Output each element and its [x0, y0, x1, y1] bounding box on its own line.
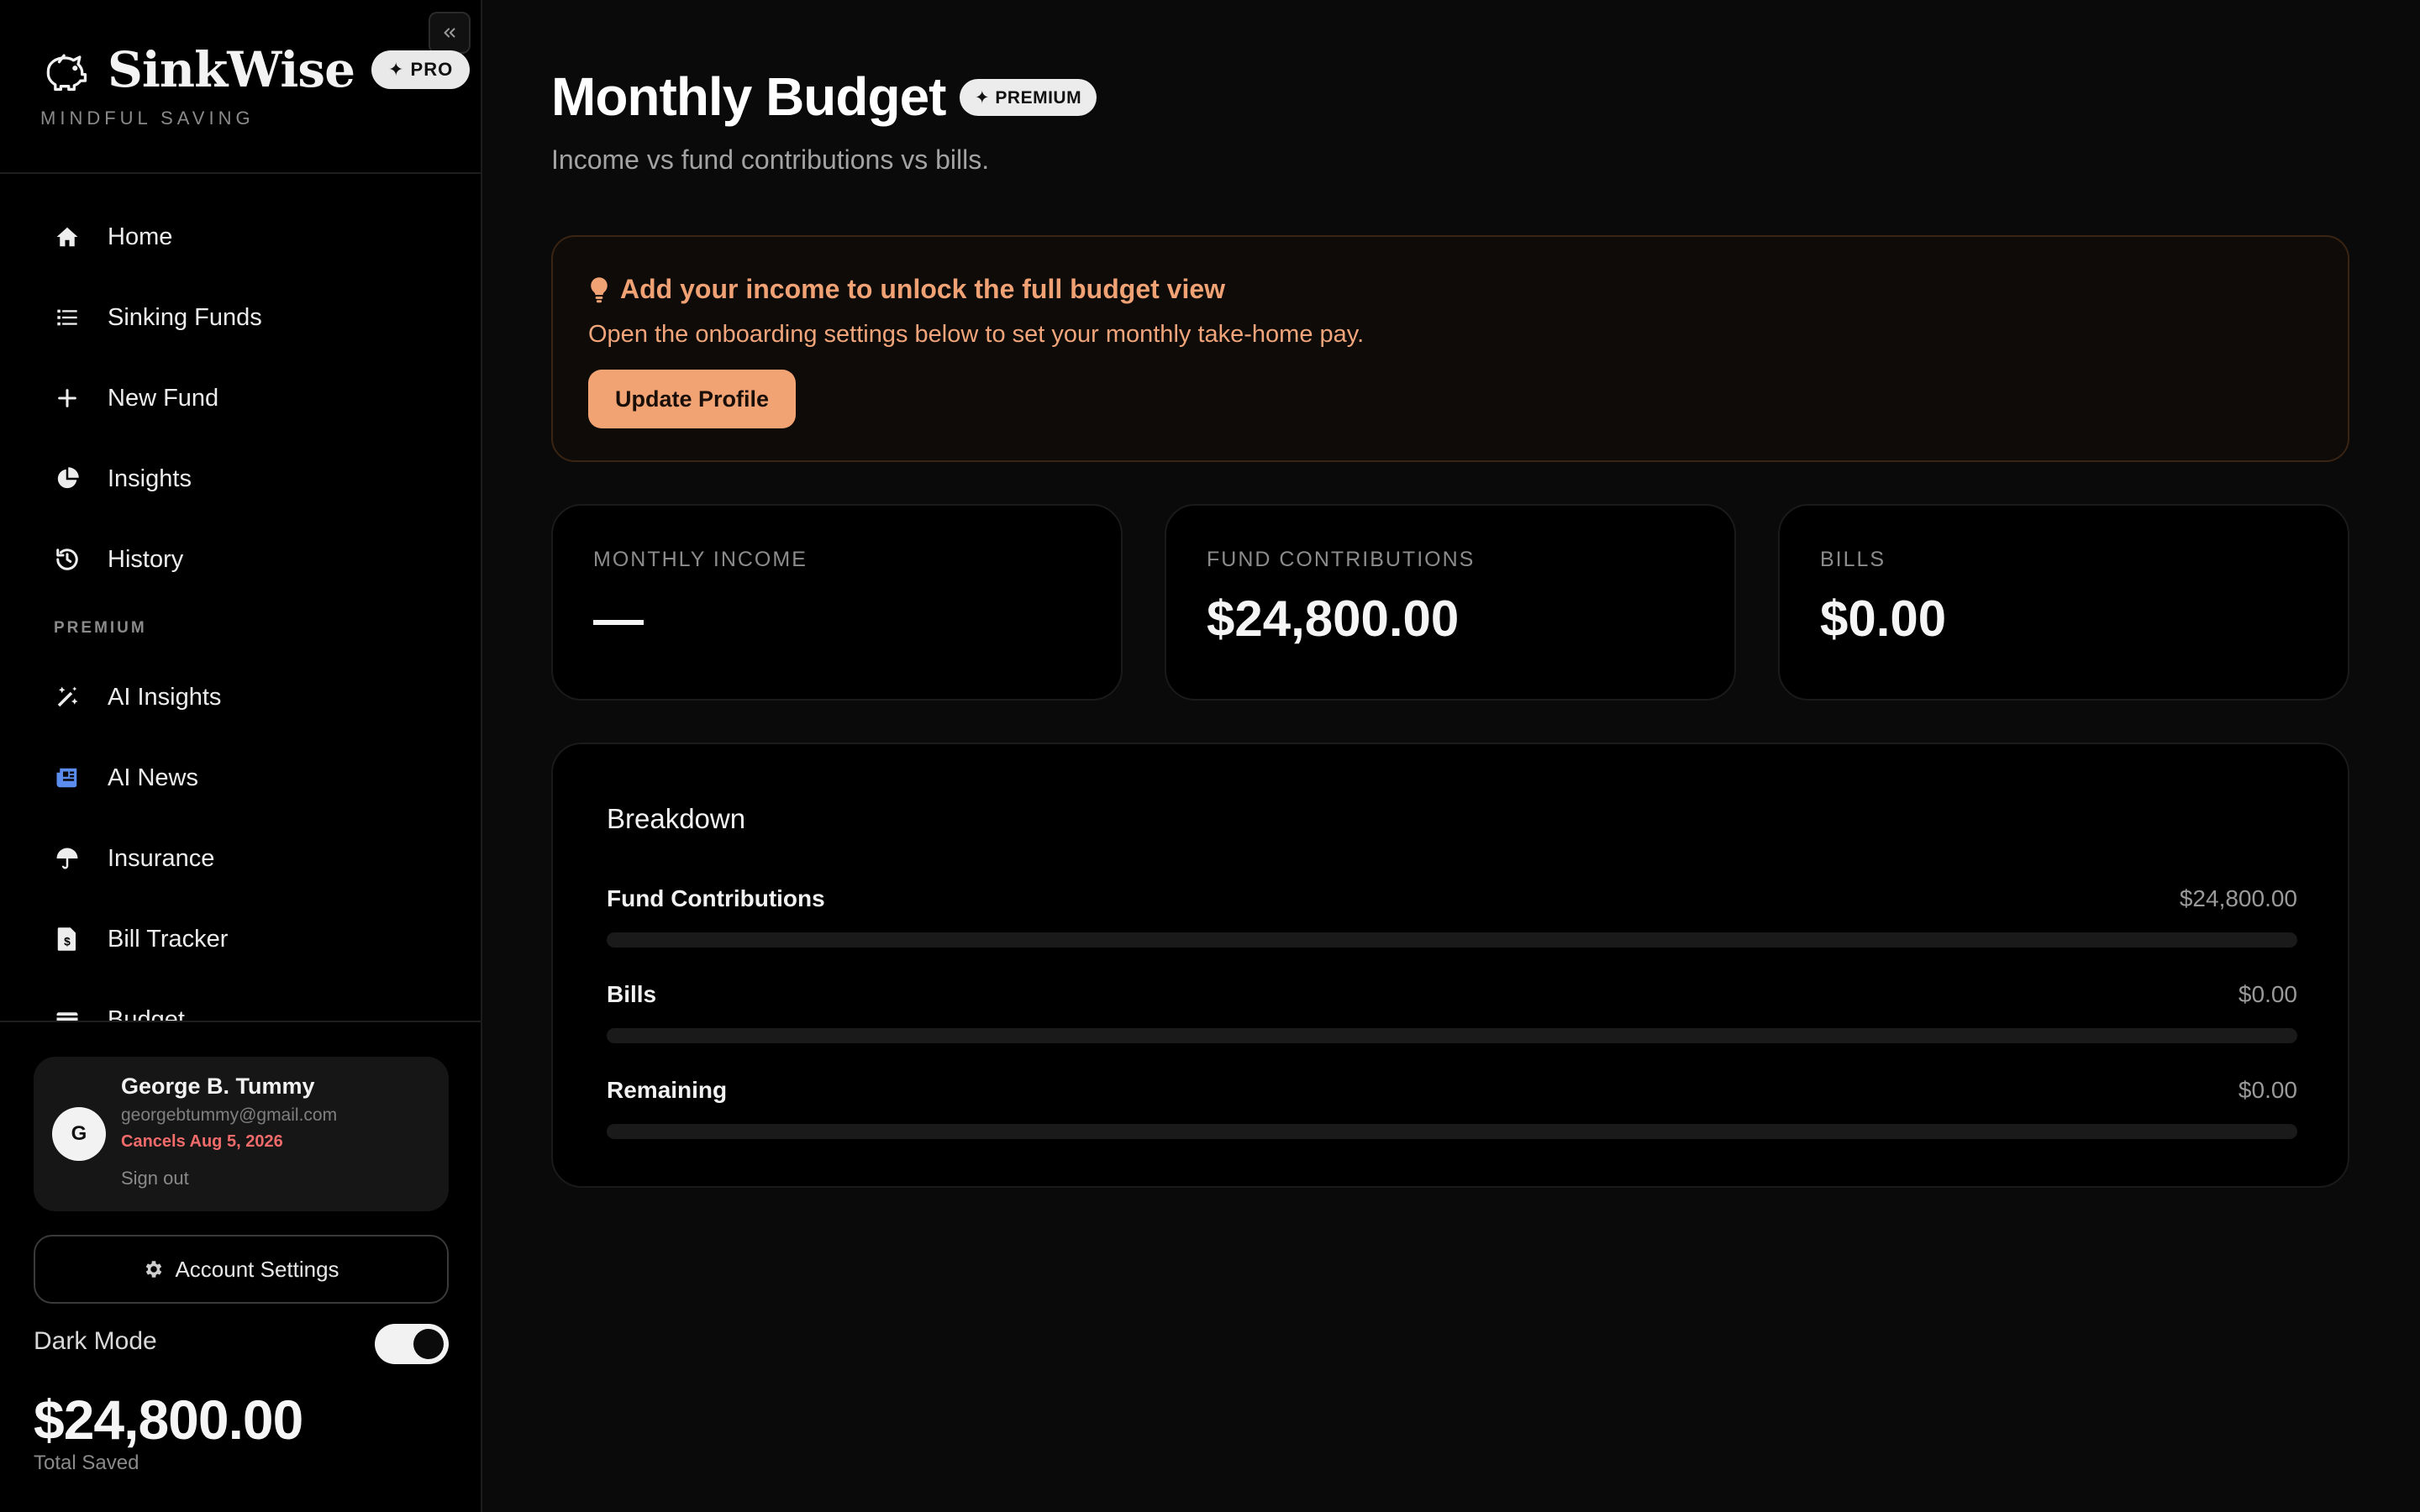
pro-badge: ✦ PRO — [371, 50, 471, 89]
list-icon — [54, 304, 81, 331]
sidebar-nav: Home Sinking Funds New Fund Insights His… — [0, 197, 481, 1021]
total-saved-label: Total Saved — [34, 1452, 139, 1474]
stat-label: BILLS — [1820, 548, 1886, 571]
stat-value: — — [593, 591, 644, 647]
breakdown-row-value: $0.00 — [2238, 981, 2297, 1007]
sidebar-item-ai-insights[interactable]: AI Insights — [0, 657, 481, 738]
magic-wand-icon — [54, 684, 81, 711]
stat-card-monthly-income: MONTHLY INCOME — — [551, 504, 1123, 701]
sidebar-item-label: Insights — [108, 465, 192, 492]
stat-value: $24,800.00 — [1207, 591, 1460, 647]
sidebar-item-label: Bill Tracker — [108, 925, 229, 953]
sidebar-item-sinking-funds[interactable]: Sinking Funds — [0, 277, 481, 358]
toggle-knob — [413, 1329, 444, 1359]
main-content: Monthly Budget ✦ PREMIUM Income vs fund … — [482, 0, 2420, 1512]
progress-track — [607, 1028, 2297, 1043]
brand[interactable]: SinkWise ✦ PRO — [40, 40, 471, 99]
newspaper-icon — [54, 764, 81, 791]
sidebar-item-label: History — [108, 545, 184, 573]
sidebar-item-label: AI Insights — [108, 683, 222, 711]
sidebar-item-ai-news[interactable]: AI News — [0, 738, 481, 818]
breakdown-row-value: $24,800.00 — [2179, 885, 2297, 911]
sidebar-item-label: New Fund — [108, 384, 219, 412]
pie-chart-icon — [54, 465, 81, 492]
stat-value: $0.00 — [1820, 591, 1947, 647]
chevrons-left-icon — [444, 28, 455, 38]
alert-title-text: Add your income to unlock the full budge… — [620, 274, 1226, 304]
update-profile-button[interactable]: Update Profile — [588, 370, 797, 428]
progress-track — [607, 932, 2297, 948]
gear-icon — [146, 1261, 162, 1278]
income-alert: Add your income to unlock the full budge… — [551, 235, 2349, 462]
sidebar: SinkWise ✦ PRO MINDFUL SAVING Home Sinki… — [0, 0, 482, 1512]
sidebar-item-label: Insurance — [108, 844, 215, 872]
total-saved-amount: $24,800.00 — [34, 1389, 303, 1451]
premium-badge: ✦ PREMIUM — [960, 79, 1097, 116]
breakdown-row-label: Fund Contributions — [607, 885, 825, 911]
breakdown-row-label: Bills — [607, 981, 657, 1007]
stat-label: MONTHLY INCOME — [593, 548, 808, 571]
breakdown-row-value: $0.00 — [2238, 1077, 2297, 1103]
piggy-bank-logo-icon — [46, 54, 87, 92]
subscription-status: Cancels Aug 5, 2026 — [121, 1132, 283, 1151]
alert-title: Add your income to unlock the full budge… — [588, 274, 1225, 305]
svg-text:$: $ — [64, 936, 71, 948]
account-settings-label: Account Settings — [175, 1256, 339, 1282]
stat-card-bills: BILLS $0.00 — [1778, 504, 2349, 701]
user-name: George B. Tummy — [121, 1074, 315, 1099]
sidebar-item-label: Budget — [108, 1005, 185, 1022]
breakdown-title: Breakdown — [607, 803, 746, 834]
sidebar-item-home[interactable]: Home — [0, 197, 481, 277]
wallet-icon — [54, 1006, 81, 1021]
sign-out-link[interactable]: Sign out — [121, 1168, 189, 1189]
premium-section-label: PREMIUM — [54, 619, 147, 637]
divider — [0, 172, 481, 174]
account-settings-button[interactable]: Account Settings — [34, 1235, 449, 1304]
breakdown-card: Breakdown Fund Contributions $24,800.00 … — [551, 743, 2349, 1188]
user-email: georgebtummy@gmail.com — [121, 1105, 338, 1125]
stat-label: FUND CONTRIBUTIONS — [1207, 548, 1476, 571]
alert-text: Open the onboarding settings below to se… — [588, 321, 1365, 348]
sidebar-item-label: AI News — [108, 764, 198, 791]
sidebar-item-budget[interactable]: Budget — [0, 979, 481, 1021]
avatar[interactable]: G — [52, 1107, 106, 1161]
dark-mode-label: Dark Mode — [34, 1327, 157, 1355]
umbrella-icon — [54, 845, 81, 872]
brand-name: SinkWise — [108, 41, 355, 98]
sidebar-item-insights[interactable]: Insights — [0, 438, 481, 519]
sidebar-item-label: Home — [108, 223, 173, 250]
sidebar-item-bill-tracker[interactable]: $ Bill Tracker — [0, 899, 481, 979]
breakdown-row-label: Remaining — [607, 1077, 728, 1103]
dark-mode-toggle[interactable] — [375, 1324, 449, 1364]
sidebar-item-history[interactable]: History — [0, 519, 481, 600]
brand-tagline: MINDFUL SAVING — [40, 108, 255, 129]
divider — [0, 1021, 481, 1022]
sidebar-item-insurance[interactable]: Insurance — [0, 818, 481, 899]
lightbulb-icon — [591, 276, 608, 302]
home-icon — [54, 223, 81, 250]
invoice-icon: $ — [54, 926, 81, 953]
progress-track — [607, 1124, 2297, 1139]
sidebar-item-label: Sinking Funds — [108, 303, 262, 331]
user-card: G George B. Tummy georgebtummy@gmail.com… — [34, 1057, 449, 1211]
page-subtitle: Income vs fund contributions vs bills. — [551, 144, 990, 175]
plus-icon — [54, 385, 81, 412]
sidebar-item-new-fund[interactable]: New Fund — [0, 358, 481, 438]
history-icon — [54, 546, 81, 573]
page-title: Monthly Budget — [551, 66, 946, 127]
stat-card-fund-contributions: FUND CONTRIBUTIONS $24,800.00 — [1165, 504, 1736, 701]
